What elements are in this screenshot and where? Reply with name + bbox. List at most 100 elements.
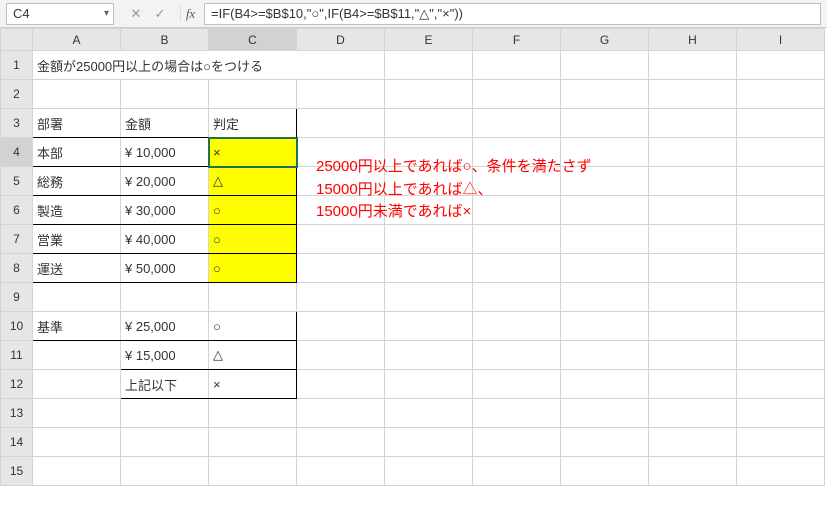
col-header-H[interactable]: H — [649, 29, 737, 51]
cell-I9[interactable] — [737, 283, 825, 312]
cell-F7[interactable] — [473, 225, 561, 254]
cell-E10[interactable] — [385, 312, 473, 341]
cell-A11[interactable] — [33, 341, 121, 370]
cell-H12[interactable] — [649, 370, 737, 399]
row-header-9[interactable]: 9 — [1, 283, 33, 312]
cell-H4[interactable] — [649, 138, 737, 167]
cell-H11[interactable] — [649, 341, 737, 370]
name-box-dropdown-icon[interactable]: ▾ — [104, 8, 109, 19]
cell-F11[interactable] — [473, 341, 561, 370]
row-header-1[interactable]: 1 — [1, 51, 33, 80]
row-header-5[interactable]: 5 — [1, 167, 33, 196]
cell-D15[interactable] — [297, 457, 385, 486]
cell-D14[interactable] — [297, 428, 385, 457]
fx-icon[interactable]: fx — [180, 6, 196, 22]
row-header-8[interactable]: 8 — [1, 254, 33, 283]
cell-E9[interactable] — [385, 283, 473, 312]
cell-F14[interactable] — [473, 428, 561, 457]
cell-C15[interactable] — [209, 457, 297, 486]
cell-D10[interactable] — [297, 312, 385, 341]
cell-E13[interactable] — [385, 399, 473, 428]
cell-G9[interactable] — [561, 283, 649, 312]
cell-A15[interactable] — [33, 457, 121, 486]
row-header-15[interactable]: 15 — [1, 457, 33, 486]
cell-B9[interactable] — [121, 283, 209, 312]
cell-B6[interactable]: ¥ 30,000 — [121, 196, 209, 225]
cell-H13[interactable] — [649, 399, 737, 428]
cell-B7[interactable]: ¥ 40,000 — [121, 225, 209, 254]
cell-G8[interactable] — [561, 254, 649, 283]
cell-C13[interactable] — [209, 399, 297, 428]
cell-I7[interactable] — [737, 225, 825, 254]
cell-E2[interactable] — [385, 80, 473, 109]
cell-E8[interactable] — [385, 254, 473, 283]
cell-F8[interactable] — [473, 254, 561, 283]
cell-G10[interactable] — [561, 312, 649, 341]
cell-F3[interactable] — [473, 109, 561, 138]
cell-E11[interactable] — [385, 341, 473, 370]
cell-H1[interactable] — [649, 51, 737, 80]
cancel-icon[interactable]: ✕ — [128, 6, 144, 22]
cell-A8[interactable]: 運送 — [33, 254, 121, 283]
cell-B15[interactable] — [121, 457, 209, 486]
cell-A1[interactable]: 金額が25000円以上の場合は○をつける — [33, 51, 385, 80]
cell-F2[interactable] — [473, 80, 561, 109]
cell-A12[interactable] — [33, 370, 121, 399]
cell-C14[interactable] — [209, 428, 297, 457]
cell-I8[interactable] — [737, 254, 825, 283]
col-header-A[interactable]: A — [33, 29, 121, 51]
cell-G12[interactable] — [561, 370, 649, 399]
cell-B4[interactable]: ¥ 10,000 — [121, 138, 209, 167]
cell-A6[interactable]: 製造 — [33, 196, 121, 225]
col-header-C[interactable]: C — [209, 29, 297, 51]
cell-B3[interactable]: 金額 — [121, 109, 209, 138]
row-header-11[interactable]: 11 — [1, 341, 33, 370]
cell-I3[interactable] — [737, 109, 825, 138]
cell-H8[interactable] — [649, 254, 737, 283]
cell-D2[interactable] — [297, 80, 385, 109]
cell-G3[interactable] — [561, 109, 649, 138]
cell-G15[interactable] — [561, 457, 649, 486]
cell-F15[interactable] — [473, 457, 561, 486]
row-header-12[interactable]: 12 — [1, 370, 33, 399]
cell-B11[interactable]: ¥ 15,000 — [121, 341, 209, 370]
cell-D3[interactable] — [297, 109, 385, 138]
cell-D7[interactable] — [297, 225, 385, 254]
cell-I14[interactable] — [737, 428, 825, 457]
cell-F10[interactable] — [473, 312, 561, 341]
cell-F13[interactable] — [473, 399, 561, 428]
cell-E14[interactable] — [385, 428, 473, 457]
cell-C9[interactable] — [209, 283, 297, 312]
cell-C5[interactable]: △ — [209, 167, 297, 196]
col-header-I[interactable]: I — [737, 29, 825, 51]
cell-A14[interactable] — [33, 428, 121, 457]
cell-E12[interactable] — [385, 370, 473, 399]
cell-I13[interactable] — [737, 399, 825, 428]
cell-C6[interactable]: ○ — [209, 196, 297, 225]
cell-B14[interactable] — [121, 428, 209, 457]
cell-A5[interactable]: 総務 — [33, 167, 121, 196]
cell-A10[interactable]: 基準 — [33, 312, 121, 341]
cell-H10[interactable] — [649, 312, 737, 341]
cell-A7[interactable]: 営業 — [33, 225, 121, 254]
cell-I2[interactable] — [737, 80, 825, 109]
cell-F12[interactable] — [473, 370, 561, 399]
row-header-13[interactable]: 13 — [1, 399, 33, 428]
row-header-3[interactable]: 3 — [1, 109, 33, 138]
cell-E3[interactable] — [385, 109, 473, 138]
cell-B2[interactable] — [121, 80, 209, 109]
cell-D9[interactable] — [297, 283, 385, 312]
cell-C7[interactable]: ○ — [209, 225, 297, 254]
cell-I10[interactable] — [737, 312, 825, 341]
col-header-G[interactable]: G — [561, 29, 649, 51]
cell-F1[interactable] — [473, 51, 561, 80]
cell-G11[interactable] — [561, 341, 649, 370]
cell-C4[interactable]: × — [209, 138, 297, 167]
cell-C8[interactable]: ○ — [209, 254, 297, 283]
row-header-2[interactable]: 2 — [1, 80, 33, 109]
cell-A9[interactable] — [33, 283, 121, 312]
cell-H2[interactable] — [649, 80, 737, 109]
confirm-icon[interactable]: ✓ — [152, 6, 168, 22]
cell-B5[interactable]: ¥ 20,000 — [121, 167, 209, 196]
cell-D8[interactable] — [297, 254, 385, 283]
